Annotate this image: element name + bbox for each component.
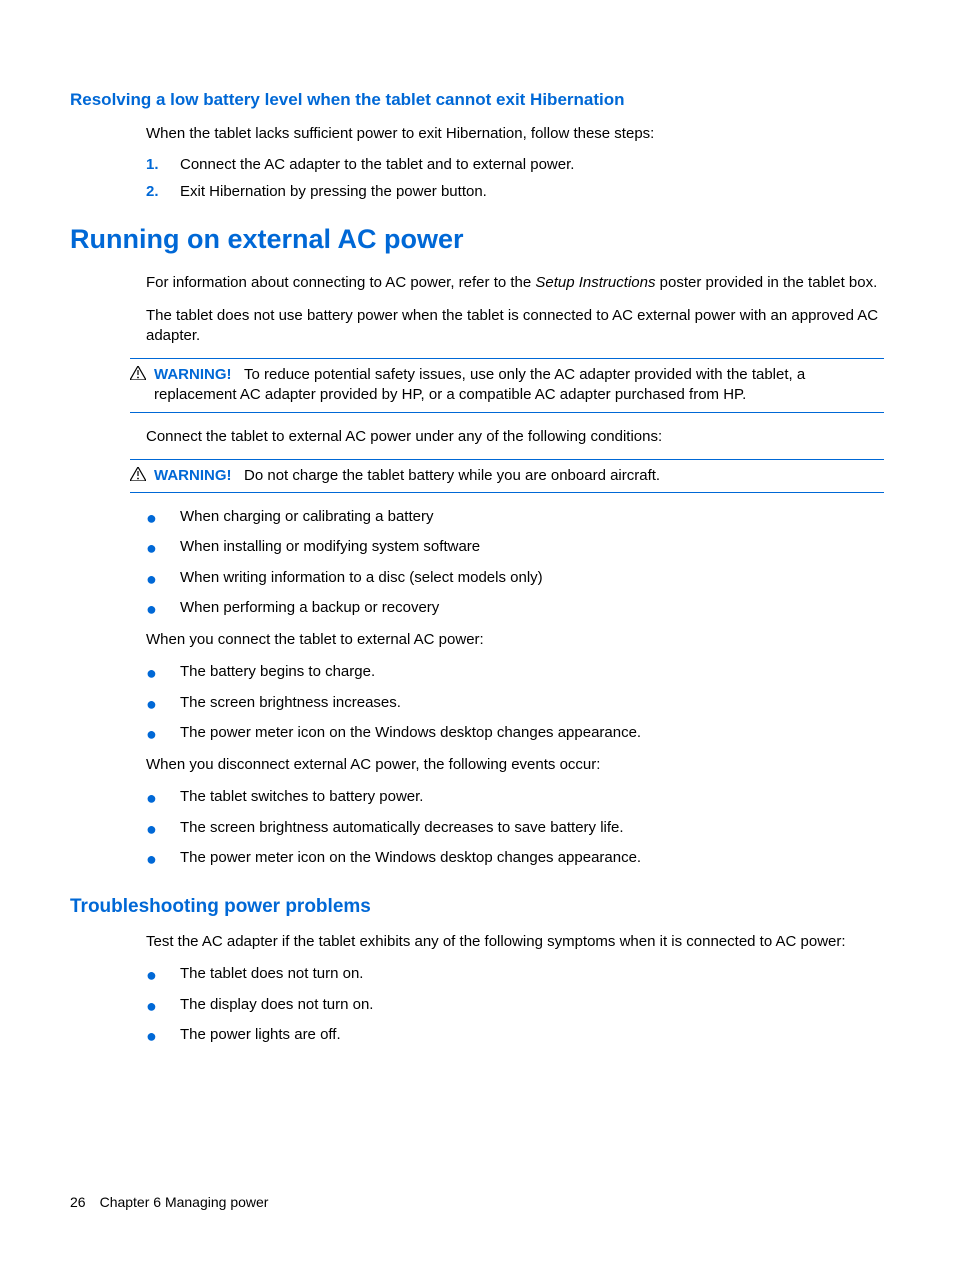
conditions-list: ●When charging or calibrating a battery … <box>146 507 884 618</box>
bullet-icon: ● <box>146 723 180 743</box>
warning-body: WARNING! Do not charge the tablet batter… <box>154 466 884 486</box>
warning-box-1: WARNING! To reduce potential safety issu… <box>130 358 884 413</box>
bullet-icon: ● <box>146 598 180 618</box>
bullet-text: When charging or calibrating a battery <box>180 507 884 527</box>
list-item: ●The power lights are off. <box>146 1025 884 1045</box>
bullet-icon: ● <box>146 693 180 713</box>
text-fragment: poster provided in the tablet box. <box>655 274 877 291</box>
bullet-icon: ● <box>146 507 180 527</box>
bullet-text: The power meter icon on the Windows desk… <box>180 848 884 868</box>
bullet-text: The screen brightness increases. <box>180 693 884 713</box>
steps-hibernation: 1. Connect the AC adapter to the tablet … <box>146 156 884 200</box>
warning-icon <box>130 365 148 384</box>
list-item: ●The tablet switches to battery power. <box>146 787 884 807</box>
page-footer: 26 Chapter 6 Managing power <box>70 1194 268 1210</box>
list-item: ●The tablet does not turn on. <box>146 964 884 984</box>
ac-para3: Connect the tablet to external AC power … <box>146 427 884 447</box>
warning-text: Do not charge the tablet battery while y… <box>244 467 660 484</box>
heading-hibernation: Resolving a low battery level when the t… <box>70 90 884 110</box>
step-text: Exit Hibernation by pressing the power b… <box>180 183 884 200</box>
list-item: ●The display does not turn on. <box>146 995 884 1015</box>
bullet-icon: ● <box>146 537 180 557</box>
bullet-icon: ● <box>146 1025 180 1045</box>
step-item: 1. Connect the AC adapter to the tablet … <box>146 156 884 173</box>
ac-para5: When you disconnect external AC power, t… <box>146 755 884 775</box>
ac-para2: The tablet does not use battery power wh… <box>146 306 884 347</box>
list-item: ●The screen brightness increases. <box>146 693 884 713</box>
warning-label: WARNING! <box>154 467 232 484</box>
bullet-text: When writing information to a disc (sele… <box>180 568 884 588</box>
bullet-text: The battery begins to charge. <box>180 662 884 682</box>
list-item: ●When installing or modifying system sof… <box>146 537 884 557</box>
page-number: 26 <box>70 1194 86 1210</box>
warning-body: WARNING! To reduce potential safety issu… <box>154 365 884 406</box>
list-item: ●The power meter icon on the Windows des… <box>146 723 884 743</box>
warning-box-2: WARNING! Do not charge the tablet batter… <box>130 459 884 493</box>
symptoms-list: ●The tablet does not turn on. ●The displ… <box>146 964 884 1045</box>
step-number: 1. <box>146 156 180 173</box>
heading-ac-power: Running on external AC power <box>70 224 884 255</box>
heading-troubleshooting: Troubleshooting power problems <box>70 896 884 918</box>
connected-list: ●The battery begins to charge. ●The scre… <box>146 662 884 743</box>
bullet-text: The power lights are off. <box>180 1025 884 1045</box>
bullet-text: The tablet does not turn on. <box>180 964 884 984</box>
bullet-text: The tablet switches to battery power. <box>180 787 884 807</box>
bullet-text: The display does not turn on. <box>180 995 884 1015</box>
chapter-label: Chapter 6 Managing power <box>100 1194 269 1210</box>
step-text: Connect the AC adapter to the tablet and… <box>180 156 884 173</box>
disconnected-list: ●The tablet switches to battery power. ●… <box>146 787 884 868</box>
bullet-icon: ● <box>146 818 180 838</box>
bullet-text: The screen brightness automatically decr… <box>180 818 884 838</box>
warning-label: WARNING! <box>154 366 232 383</box>
bullet-text: When installing or modifying system soft… <box>180 537 884 557</box>
bullet-icon: ● <box>146 662 180 682</box>
troubleshooting-intro: Test the AC adapter if the tablet exhibi… <box>146 932 884 952</box>
bullet-icon: ● <box>146 787 180 807</box>
list-item: ●The power meter icon on the Windows des… <box>146 848 884 868</box>
bullet-icon: ● <box>146 848 180 868</box>
ac-para4: When you connect the tablet to external … <box>146 630 884 650</box>
list-item: ●The screen brightness automatically dec… <box>146 818 884 838</box>
list-item: ●When charging or calibrating a battery <box>146 507 884 527</box>
text-fragment: For information about connecting to AC p… <box>146 274 535 291</box>
step-item: 2. Exit Hibernation by pressing the powe… <box>146 183 884 200</box>
intro-hibernation: When the tablet lacks sufficient power t… <box>146 124 884 144</box>
bullet-icon: ● <box>146 964 180 984</box>
ac-para1: For information about connecting to AC p… <box>146 273 884 293</box>
step-number: 2. <box>146 183 180 200</box>
warning-text: To reduce potential safety issues, use o… <box>154 366 805 403</box>
bullet-text: When performing a backup or recovery <box>180 598 884 618</box>
warning-icon <box>130 466 148 485</box>
list-item: ●When writing information to a disc (sel… <box>146 568 884 588</box>
list-item: ●When performing a backup or recovery <box>146 598 884 618</box>
bullet-text: The power meter icon on the Windows desk… <box>180 723 884 743</box>
list-item: ●The battery begins to charge. <box>146 662 884 682</box>
setup-instructions-italic: Setup Instructions <box>535 274 655 291</box>
bullet-icon: ● <box>146 995 180 1015</box>
bullet-icon: ● <box>146 568 180 588</box>
